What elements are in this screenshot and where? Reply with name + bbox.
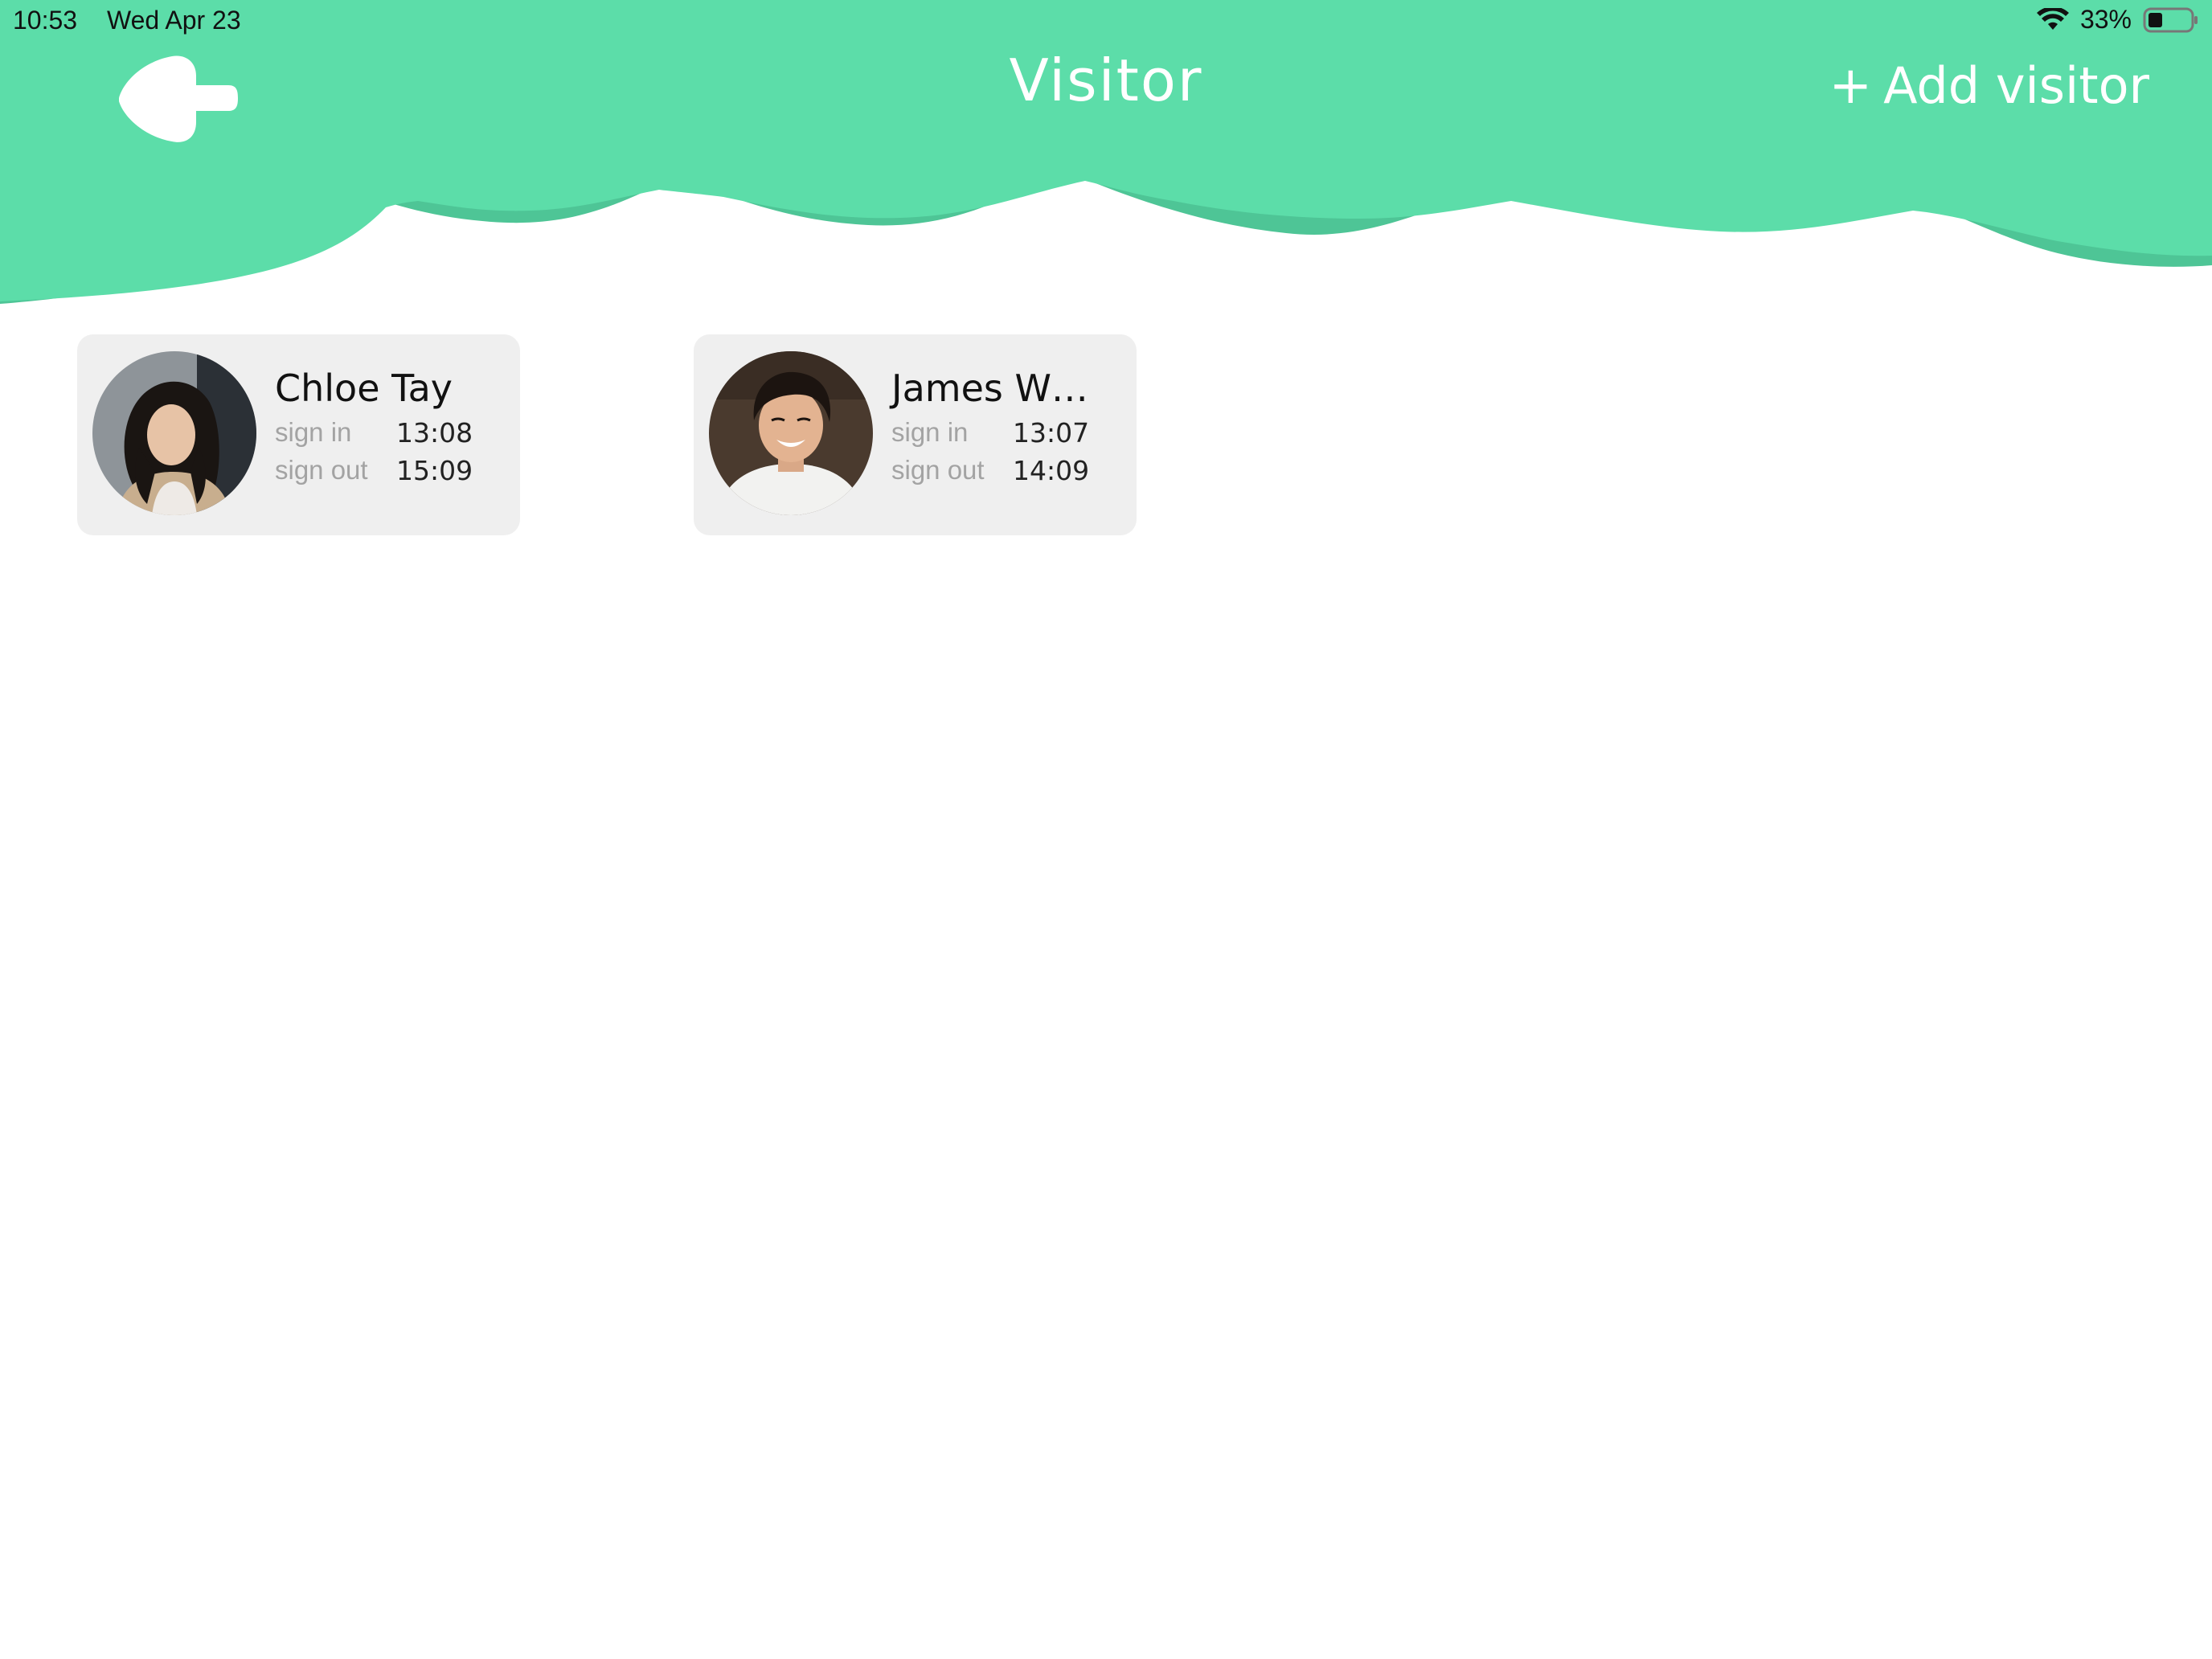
visitor-card[interactable]: Chloe Tay sign in 13:08 sign out 15:09 [77,334,520,535]
visitor-list: Chloe Tay sign in 13:08 sign out 15:09 J… [77,334,1137,535]
add-visitor-button[interactable]: + Add visitor [1829,56,2149,115]
add-visitor-label: Add visitor [1883,56,2149,115]
visitor-name: Chloe Tay [275,367,453,410]
battery-icon [2143,6,2199,34]
avatar [709,351,873,515]
status-indicators: 33% [2036,5,2199,35]
sign-out-label: sign out [275,455,368,485]
sign-out-label: sign out [891,455,985,485]
status-time: 10:53 [13,6,78,35]
page-title: Visitor [1009,47,1203,114]
sign-in-label: sign in [275,417,352,447]
battery-percent: 33% [2079,5,2132,34]
sign-out-time: 14:09 [1013,455,1090,486]
plus-icon: + [1829,55,1873,116]
sign-out-time: 15:09 [396,455,473,486]
avatar [92,351,256,515]
status-bar: 10:53 Wed Apr 23 33% [0,0,2212,45]
back-button[interactable] [116,53,240,145]
sign-in-time: 13:07 [1013,417,1090,449]
sign-in-time: 13:08 [396,417,473,449]
visitor-card[interactable]: James W… sign in 13:07 sign out 14:09 [694,334,1137,535]
visitor-name: James W… [891,367,1088,410]
status-date: Wed Apr 23 [107,6,241,35]
sign-in-label: sign in [891,417,969,447]
cloud-arrow-back-icon [119,55,238,142]
wifi-icon [2036,7,2069,32]
